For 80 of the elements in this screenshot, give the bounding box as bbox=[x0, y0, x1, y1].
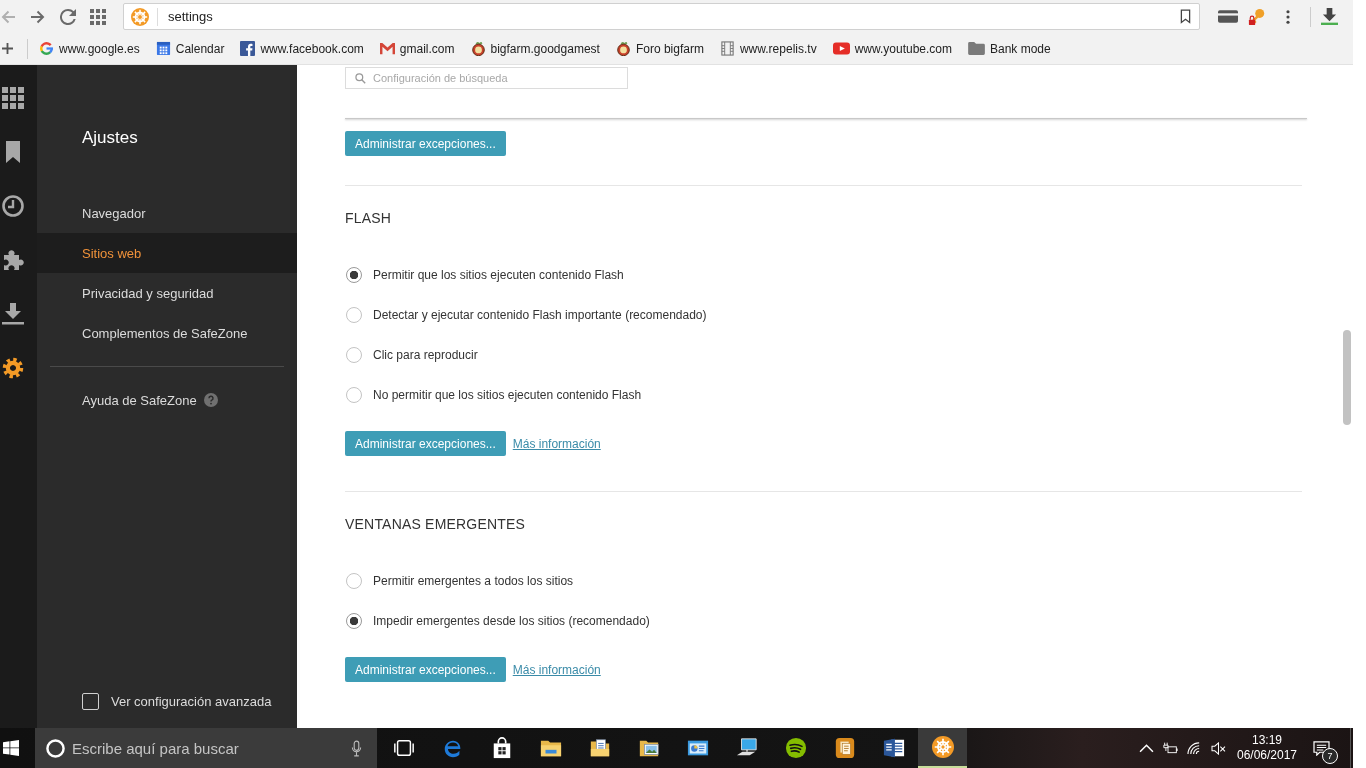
clock-icon[interactable] bbox=[1, 195, 24, 217]
plus-icon[interactable] bbox=[2, 43, 13, 54]
bookmark-item[interactable]: www.facebook.com bbox=[240, 36, 364, 61]
folder-icon bbox=[968, 42, 985, 55]
help-icon[interactable] bbox=[203, 393, 218, 407]
download-icon[interactable] bbox=[1, 303, 24, 325]
film-icon bbox=[719, 41, 735, 56]
apps-grid-icon[interactable] bbox=[1, 87, 24, 109]
play-icon bbox=[832, 42, 850, 55]
bookmark-item[interactable]: www.google.es bbox=[39, 36, 140, 61]
bookmark-item[interactable]: bigfarm.goodgamest bbox=[470, 36, 600, 61]
notification-badge: 7 bbox=[1322, 748, 1338, 764]
scrollbar-thumb[interactable] bbox=[1343, 330, 1351, 425]
ring-icon bbox=[46, 738, 65, 758]
radio-label[interactable]: Permitir emergentes a todos los sitios bbox=[373, 574, 574, 588]
bookmark-item[interactable]: www.repelis.tv bbox=[719, 36, 817, 61]
radio-label[interactable]: No permitir que los sitios ejecuten contenido Flash bbox=[373, 388, 642, 402]
g-logo-icon bbox=[39, 41, 54, 56]
download-icon[interactable] bbox=[1321, 8, 1338, 25]
waves-icon bbox=[784, 737, 807, 759]
checkbox-label[interactable]: Ver configuración avanzada bbox=[111, 693, 272, 709]
radio-button[interactable] bbox=[346, 613, 362, 629]
settings-icon[interactable] bbox=[1, 357, 24, 379]
radio-button[interactable] bbox=[346, 307, 362, 323]
radio-button[interactable] bbox=[346, 573, 362, 589]
bookmark-item[interactable]: Calendar bbox=[155, 36, 225, 61]
radio-button[interactable] bbox=[346, 347, 362, 363]
sidebar-item[interactable]: Navegador bbox=[37, 193, 297, 233]
reload-icon[interactable] bbox=[60, 8, 76, 25]
menu-icon[interactable] bbox=[1286, 9, 1290, 24]
section-title: FLASH bbox=[345, 209, 392, 227]
calendar-icon bbox=[155, 41, 171, 56]
wifi-icon[interactable] bbox=[1186, 741, 1202, 755]
muted-speaker-icon[interactable] bbox=[1210, 741, 1226, 755]
document-folder-icon bbox=[588, 737, 611, 759]
bookmark-item[interactable]: www.youtube.com bbox=[832, 36, 952, 61]
lined-document-icon bbox=[882, 737, 905, 759]
radio-button[interactable] bbox=[346, 267, 362, 283]
bookmark-item[interactable]: Bank mode bbox=[968, 36, 1051, 61]
sidebar-item[interactable]: Complementos de SafeZone bbox=[37, 313, 297, 353]
ship-wheel-icon bbox=[931, 736, 954, 758]
apps-grid-icon[interactable] bbox=[90, 8, 106, 25]
bookmark-icon[interactable] bbox=[1180, 9, 1191, 24]
radio-button[interactable] bbox=[346, 387, 362, 403]
battery-plug-icon[interactable] bbox=[1162, 741, 1178, 755]
windows-logo-icon[interactable] bbox=[3, 740, 19, 756]
bookmark-item[interactable]: gmail.com bbox=[379, 36, 455, 61]
forward-icon[interactable] bbox=[30, 8, 46, 25]
more-info-link[interactable]: Más información bbox=[512, 662, 601, 677]
taskbar-app[interactable] bbox=[918, 728, 967, 768]
radio-label[interactable]: Permitir que los sitios ejecuten contenido Flash bbox=[373, 268, 624, 282]
clock-time[interactable]: 13:19 bbox=[1252, 733, 1282, 748]
sidebar-item[interactable]: Privacidad y seguridad bbox=[37, 273, 297, 313]
message-icon[interactable] bbox=[1312, 740, 1330, 756]
sidebar-title: Ajustes bbox=[81, 127, 138, 149]
taskbar-search-field[interactable]: Escribe aquí para buscar bbox=[35, 728, 377, 768]
ship-wheel-icon bbox=[131, 7, 149, 26]
fruit-icon bbox=[470, 41, 486, 56]
help-link[interactable]: Ayuda de SafeZone bbox=[82, 392, 197, 408]
sidebar-item[interactable]: Sitios web bbox=[37, 233, 297, 273]
fruit-icon bbox=[615, 41, 631, 56]
section-title: VENTANAS EMERGENTES bbox=[345, 515, 526, 533]
radio-label[interactable]: Clic para reproducir bbox=[373, 348, 478, 362]
document-stack-icon bbox=[833, 737, 856, 759]
task-view-icon bbox=[392, 737, 415, 759]
address-bar[interactable]: settings bbox=[123, 3, 1200, 30]
card-icon[interactable] bbox=[1218, 10, 1238, 23]
clock-date[interactable]: 06/06/2017 bbox=[1236, 748, 1298, 763]
puzzle-icon[interactable] bbox=[1, 249, 24, 271]
checkbox[interactable] bbox=[82, 692, 99, 710]
more-info-link[interactable]: Más información bbox=[512, 436, 601, 451]
bookmark-item[interactable]: Foro bigfarm bbox=[615, 36, 704, 61]
microphone-icon[interactable] bbox=[351, 739, 362, 757]
f-logo-icon bbox=[240, 41, 256, 56]
search-icon bbox=[355, 72, 366, 84]
radio-label[interactable]: Detectar y ejecutar contenido Flash importante (recomendado) bbox=[373, 308, 707, 322]
envelope-m-icon bbox=[379, 41, 395, 56]
chevron-up-icon[interactable] bbox=[1138, 741, 1154, 755]
radio-label[interactable]: Impedir emergentes desde los sitios (recomendado) bbox=[373, 614, 650, 628]
key-lock-icon[interactable] bbox=[1248, 7, 1266, 26]
